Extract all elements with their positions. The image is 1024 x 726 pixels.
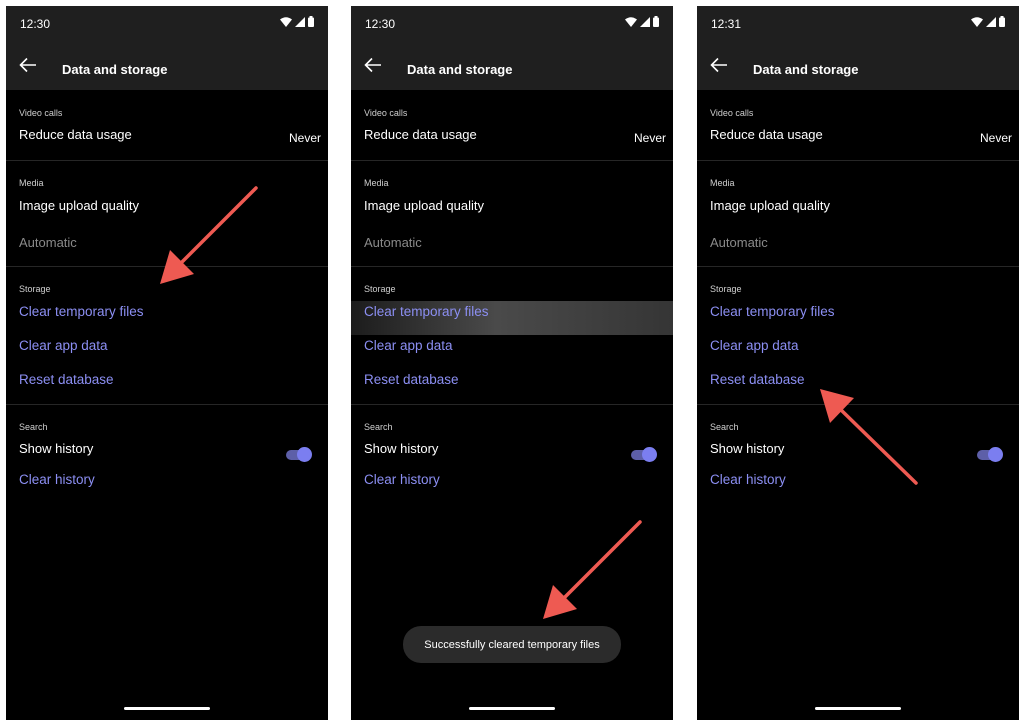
clear-app-data-link[interactable]: Clear app data — [710, 338, 799, 353]
show-history-setting: Show history — [710, 441, 785, 456]
arrow-left-icon — [19, 57, 36, 73]
section-label-storage: Storage — [710, 284, 742, 294]
section-label-video-calls: Video calls — [19, 108, 63, 118]
section-label-media: Media — [19, 178, 44, 188]
battery-icon — [653, 16, 659, 27]
reset-database-link[interactable]: Reset database — [19, 372, 114, 387]
battery-icon — [308, 16, 314, 27]
arrow-left-icon — [710, 57, 727, 73]
back-button[interactable] — [705, 51, 733, 79]
show-history-toggle[interactable] — [286, 447, 312, 463]
home-indicator[interactable] — [815, 707, 901, 710]
image-upload-quality-setting[interactable]: Image upload quality — [19, 198, 139, 213]
battery-icon — [999, 16, 1005, 27]
wifi-icon — [625, 16, 637, 27]
clear-temporary-files-link[interactable]: Clear temporary files — [364, 304, 489, 319]
page-title: Data and storage — [753, 62, 859, 77]
image-upload-quality-value: Automatic — [710, 235, 768, 250]
section-label-search: Search — [364, 422, 393, 432]
clear-app-data-link[interactable]: Clear app data — [19, 338, 108, 353]
clear-history-link[interactable]: Clear history — [710, 472, 786, 487]
back-button[interactable] — [14, 51, 42, 79]
status-icons — [625, 16, 659, 27]
section-storage: Storage Clear temporary files Clear app … — [697, 267, 1019, 404]
reduce-data-usage-setting[interactable]: Reduce data usage — [710, 127, 823, 142]
status-bar: 12:30 — [6, 6, 328, 40]
toggle-thumb — [988, 447, 1003, 462]
show-history-setting: Show history — [19, 441, 94, 456]
arrow-left-icon — [364, 57, 381, 73]
phone-screen-1: 12:30 Data and storage Video calls Reduc… — [6, 6, 328, 720]
reduce-data-usage-setting[interactable]: Reduce data usage — [364, 127, 477, 142]
show-history-toggle[interactable] — [977, 447, 1003, 463]
status-time: 12:30 — [365, 17, 396, 31]
reduce-data-usage-setting[interactable]: Reduce data usage — [19, 127, 132, 142]
toggle-thumb — [642, 447, 657, 462]
section-label-video-calls: Video calls — [364, 108, 408, 118]
phone-screen-3: 12:31 Data and storage Video calls Reduc… — [697, 6, 1019, 720]
section-label-storage: Storage — [364, 284, 396, 294]
section-search: Search Show history Clear history — [697, 405, 1019, 515]
status-icons — [971, 16, 1005, 27]
clear-app-data-link[interactable]: Clear app data — [364, 338, 453, 353]
settings-list: Video calls Reduce data usage Never Medi… — [351, 90, 673, 515]
toggle-thumb — [297, 447, 312, 462]
section-video-calls: Video calls Reduce data usage Never — [697, 90, 1019, 160]
wifi-icon — [971, 16, 983, 27]
reset-database-link[interactable]: Reset database — [364, 372, 459, 387]
section-media: Media Image upload quality Automatic — [351, 161, 673, 266]
section-storage: Storage Clear temporary files Clear app … — [351, 267, 673, 404]
status-time: 12:31 — [711, 17, 742, 31]
settings-list: Video calls Reduce data usage Never Medi… — [697, 90, 1019, 515]
toast-message: Successfully cleared temporary files — [403, 626, 621, 663]
app-bar: Data and storage — [697, 40, 1019, 90]
show-history-setting: Show history — [364, 441, 439, 456]
reduce-data-usage-value: Never — [633, 131, 666, 145]
status-icons — [280, 16, 314, 27]
section-label-video-calls: Video calls — [710, 108, 754, 118]
clear-temporary-files-link[interactable]: Clear temporary files — [710, 304, 835, 319]
section-label-media: Media — [364, 178, 389, 188]
back-button[interactable] — [359, 51, 387, 79]
page-title: Data and storage — [62, 62, 168, 77]
signal-icon — [295, 16, 305, 27]
status-time: 12:30 — [20, 17, 51, 31]
clear-history-link[interactable]: Clear history — [364, 472, 440, 487]
section-label-search: Search — [19, 422, 48, 432]
section-storage: Storage Clear temporary files Clear app … — [6, 267, 328, 404]
clear-history-link[interactable]: Clear history — [19, 472, 95, 487]
app-bar: Data and storage — [351, 40, 673, 90]
home-indicator[interactable] — [124, 707, 210, 710]
signal-icon — [986, 16, 996, 27]
settings-list: Video calls Reduce data usage Never Medi… — [6, 90, 328, 515]
wifi-icon — [280, 16, 292, 27]
status-bar: 12:31 — [697, 6, 1019, 40]
clear-temporary-files-link[interactable]: Clear temporary files — [19, 304, 144, 319]
signal-icon — [640, 16, 650, 27]
section-label-search: Search — [710, 422, 739, 432]
phone-screen-2: 12:30 Data and storage Video calls Reduc… — [351, 6, 673, 720]
section-video-calls: Video calls Reduce data usage Never — [351, 90, 673, 160]
reduce-data-usage-value: Never — [979, 131, 1012, 145]
section-search: Search Show history Clear history — [351, 405, 673, 515]
section-label-media: Media — [710, 178, 735, 188]
image-upload-quality-setting[interactable]: Image upload quality — [710, 198, 830, 213]
reduce-data-usage-value: Never — [288, 131, 321, 145]
section-video-calls: Video calls Reduce data usage Never — [6, 90, 328, 160]
home-indicator[interactable] — [469, 707, 555, 710]
section-label-storage: Storage — [19, 284, 51, 294]
image-upload-quality-value: Automatic — [19, 235, 77, 250]
reset-database-link[interactable]: Reset database — [710, 372, 805, 387]
image-upload-quality-setting[interactable]: Image upload quality — [364, 198, 484, 213]
page-title: Data and storage — [407, 62, 513, 77]
section-media: Media Image upload quality Automatic — [6, 161, 328, 266]
section-media: Media Image upload quality Automatic — [697, 161, 1019, 266]
status-bar: 12:30 — [351, 6, 673, 40]
app-bar: Data and storage — [6, 40, 328, 90]
image-upload-quality-value: Automatic — [364, 235, 422, 250]
show-history-toggle[interactable] — [631, 447, 657, 463]
section-search: Search Show history Clear history — [6, 405, 328, 515]
